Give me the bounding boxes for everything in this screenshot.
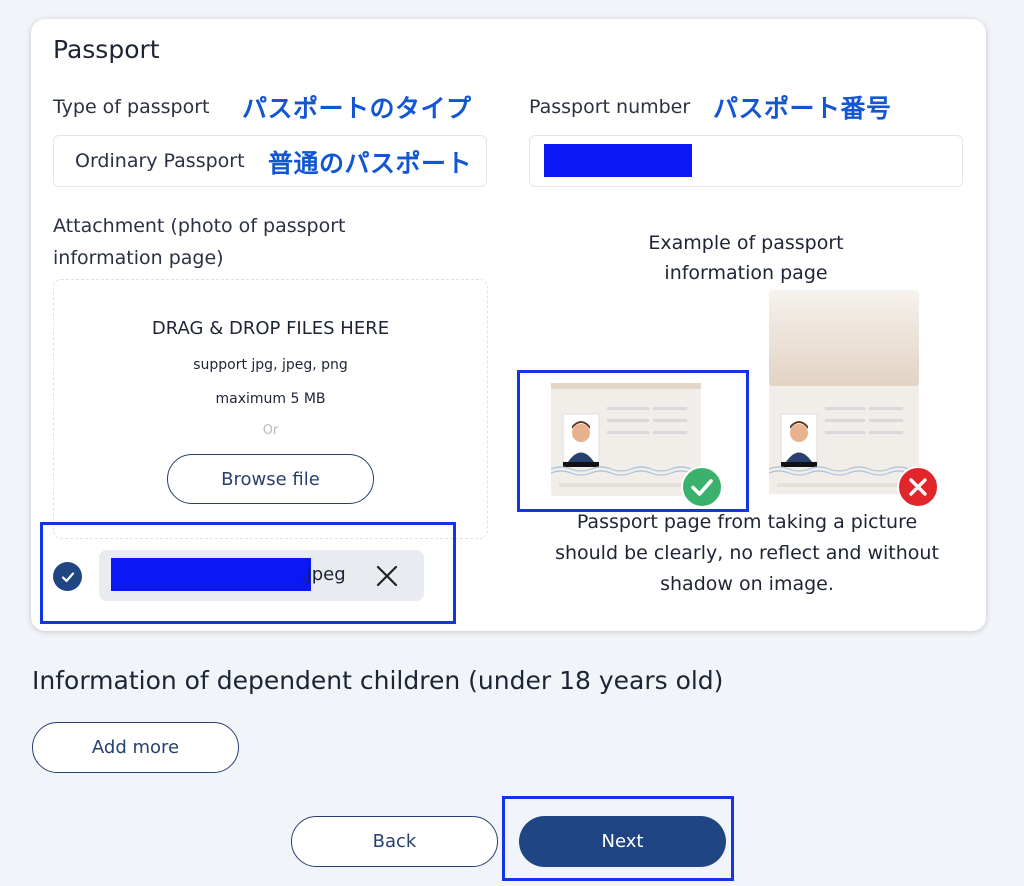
- passport-type-value-jp: 普通のパスポート: [268, 149, 473, 178]
- dropzone-title: DRAG & DROP FILES HERE: [151, 318, 390, 339]
- remove-file-icon[interactable]: [374, 563, 400, 589]
- passport-number-input[interactable]: [529, 135, 963, 187]
- example-title-line1: Example of passport: [648, 232, 844, 254]
- example-title: Example of passport information page: [593, 228, 899, 288]
- example-note: Passport page from taking a picture shou…: [517, 507, 977, 600]
- back-button[interactable]: Back: [291, 816, 498, 867]
- redacted-file-name: [111, 558, 311, 591]
- example-title-line2: information page: [664, 262, 828, 284]
- attachment-label-line1: Attachment (photo of passport: [53, 215, 346, 237]
- children-section-title: Information of dependent children (under…: [32, 666, 724, 695]
- next-button[interactable]: Next: [519, 816, 726, 867]
- example-note-line1: Passport page from taking a picture: [576, 511, 918, 533]
- passport-card: Passport Type of passport パスポートのタイプ Ordi…: [31, 19, 986, 631]
- passport-type-label: Type of passport: [53, 96, 210, 118]
- example-note-line3: shadow on image.: [660, 573, 834, 595]
- passport-number-label: Passport number: [529, 96, 691, 118]
- passport-number-label-jp: パスポート番号: [713, 94, 892, 123]
- dropzone-max-size: maximum 5 MB: [215, 391, 326, 407]
- redacted-passport-number: [544, 144, 692, 177]
- browse-file-button[interactable]: Browse file: [167, 454, 374, 504]
- attachment-label: Attachment (photo of passport informatio…: [53, 210, 345, 274]
- section-title: Passport: [53, 35, 160, 64]
- success-check-icon: [681, 466, 723, 508]
- dropzone-support-text: support jpg, jpeg, png: [193, 357, 348, 373]
- file-extension: .jpeg: [301, 564, 346, 585]
- passport-type-label-jp: パスポートのタイプ: [242, 94, 472, 123]
- example-note-line2: should be clearly, no reflect and withou…: [555, 542, 939, 564]
- file-check-icon: [53, 562, 82, 591]
- uploaded-file-chip: .jpeg: [99, 550, 424, 601]
- dropzone-or: Or: [262, 423, 279, 438]
- file-dropzone[interactable]: DRAG & DROP FILES HERE support jpg, jpeg…: [53, 279, 488, 539]
- passport-type-value: Ordinary Passport: [75, 150, 245, 172]
- error-x-icon: [897, 466, 939, 508]
- attachment-label-line2: information page): [53, 247, 224, 269]
- add-more-button[interactable]: Add more: [32, 722, 239, 773]
